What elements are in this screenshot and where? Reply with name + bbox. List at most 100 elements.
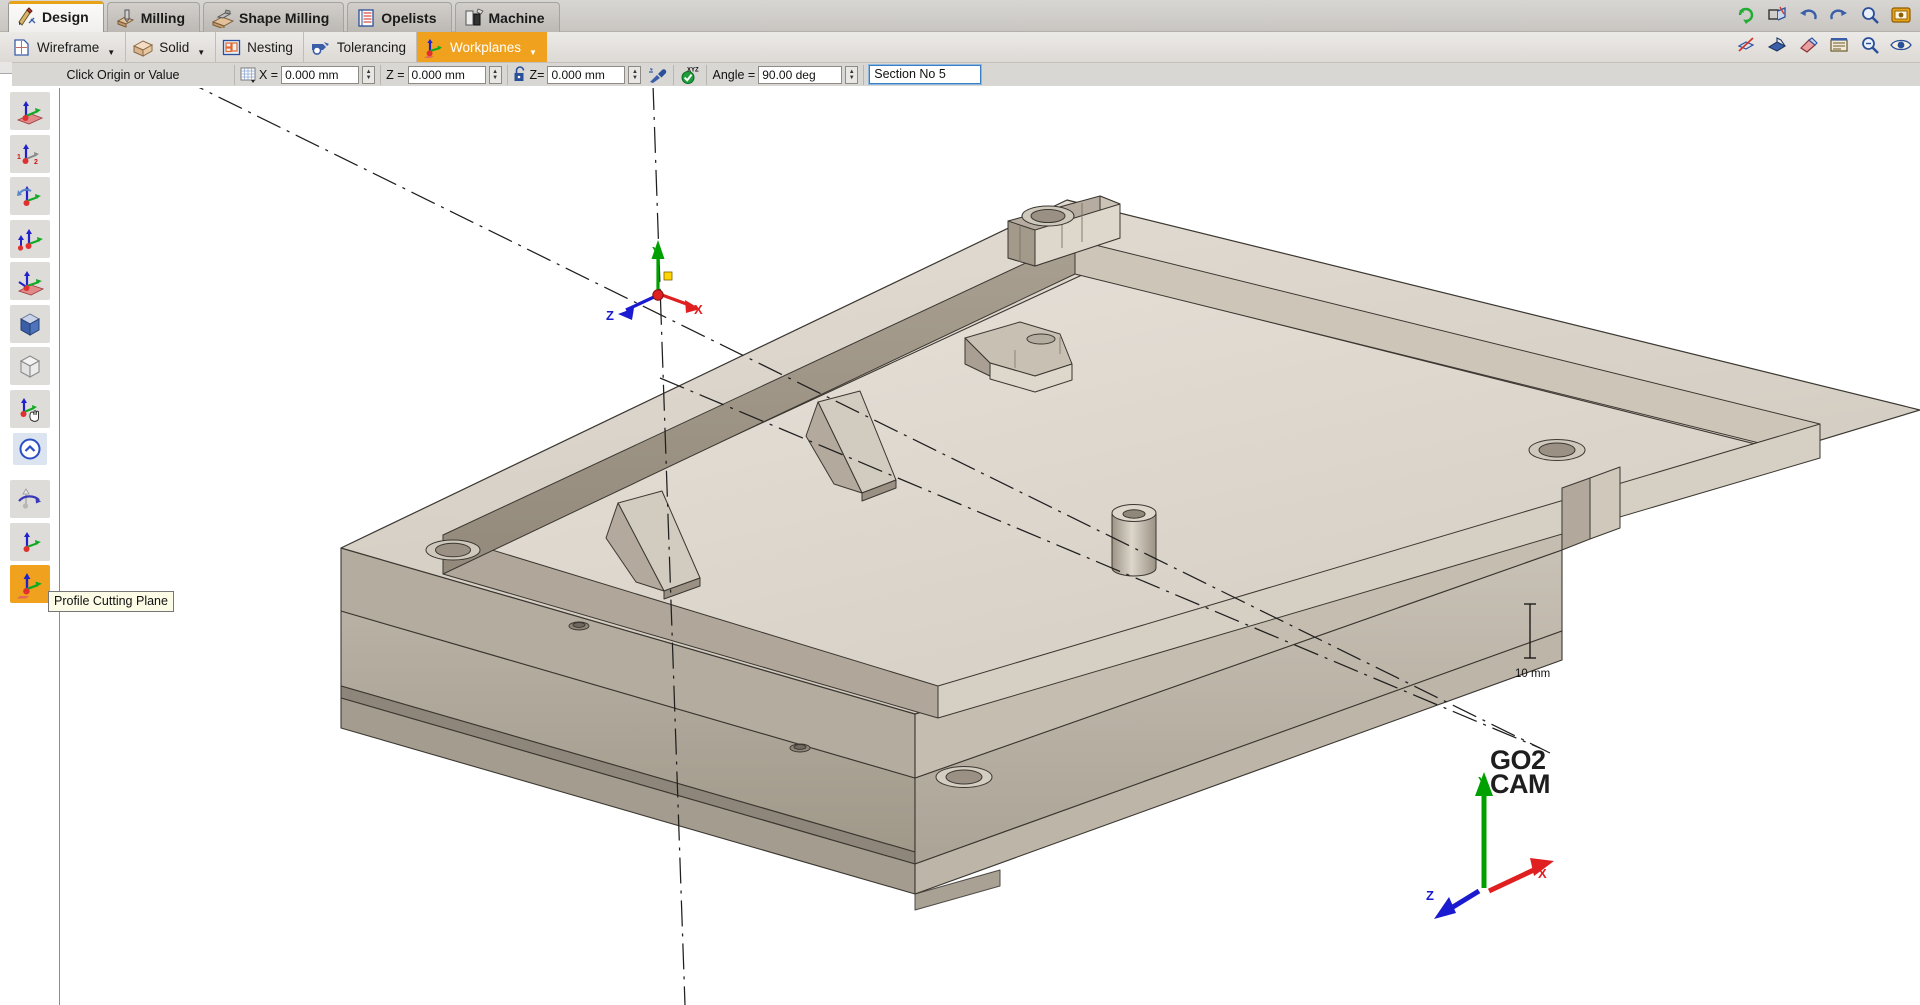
xyz-validate-icon[interactable]: XYZ — [679, 65, 701, 85]
zoom-window-icon — [1860, 35, 1880, 55]
tab-shape-milling-label: Shape Milling — [239, 10, 329, 26]
logo-line-2: CAM — [1490, 772, 1550, 796]
sidebar-item-solid-box[interactable] — [10, 305, 50, 343]
list-icon — [1829, 35, 1849, 55]
ribbon-tool-row: Wireframe ▼ Solid ▼ Nesting — [0, 32, 1920, 62]
machine-icon — [464, 8, 484, 28]
solid-box-icon — [15, 310, 45, 338]
refresh-button[interactable] — [1735, 4, 1757, 26]
sidebar-item-workplane-on-face[interactable] — [10, 92, 50, 130]
section-name-group: Section No 5 — [863, 65, 986, 85]
tool-solid[interactable]: Solid ▼ — [126, 32, 216, 62]
zoom-all-button[interactable] — [1890, 4, 1912, 26]
z1-field-group: Z = 0.000 mm ▲▼ — [380, 65, 506, 85]
z1-stepper[interactable]: ▲▼ — [489, 66, 502, 84]
zoom-all-icon — [1890, 5, 1912, 25]
sidebar-item-profile-cutting-plane[interactable] — [10, 565, 50, 603]
ribbon-tab-row: Design Milling Shape Milling — [0, 0, 1920, 32]
corner-x-label: X — [1538, 866, 1547, 881]
redo-button[interactable] — [1828, 4, 1850, 26]
validate-group: XYZ — [673, 65, 706, 85]
tool-workplanes[interactable]: Workplanes ▼ — [417, 32, 547, 62]
z1-label: Z = — [386, 68, 404, 82]
solid-chevron-down-icon[interactable]: ▼ — [197, 48, 205, 57]
tab-opelists-label: Opelists — [381, 10, 436, 26]
shape-milling-icon — [212, 8, 234, 28]
undo-button[interactable] — [1797, 4, 1819, 26]
axes-translate-icon — [15, 224, 45, 254]
clip-icon — [1767, 5, 1787, 25]
clip-button[interactable] — [1766, 4, 1788, 26]
eraser-icon — [1798, 35, 1818, 55]
origin-x-label: X — [694, 302, 703, 317]
x-stepper[interactable]: ▲▼ — [362, 66, 375, 84]
workplanes-icon — [423, 37, 444, 58]
tool-workplanes-label: Workplanes — [450, 40, 521, 55]
tool-tolerancing[interactable]: Tolerancing — [304, 32, 417, 62]
sidebar-item-section-axis-plane[interactable] — [10, 523, 50, 561]
angle-stepper[interactable]: ▲▼ — [845, 66, 858, 84]
hide-button[interactable] — [1735, 34, 1757, 56]
origin-z-label: Z — [606, 308, 614, 323]
svg-text:1: 1 — [17, 154, 21, 161]
sidebar-item-collapse-panel[interactable] — [13, 433, 47, 465]
sidebar-item-workplane-pick[interactable] — [10, 390, 50, 428]
profile-cut-icon — [15, 569, 45, 599]
wireframe-chevron-down-icon[interactable]: ▼ — [107, 48, 115, 57]
svg-text:2: 2 — [34, 159, 38, 166]
z2-input[interactable]: 0.000 mm — [547, 66, 625, 84]
sidebar-item-workplane-mirror[interactable] — [10, 262, 50, 300]
sidebar-item-wireframe-box[interactable] — [10, 347, 50, 385]
shade-button[interactable] — [1766, 34, 1788, 56]
axes-on-plane-icon — [15, 96, 45, 126]
angle-input[interactable]: 90.00 deg — [758, 66, 842, 84]
3d-viewport[interactable]: Y X Z Y — [60, 88, 1920, 1005]
z1-input[interactable]: 0.000 mm — [408, 66, 486, 84]
hide-crossed-icon — [1736, 35, 1756, 55]
zoom-window-button[interactable] — [1859, 34, 1881, 56]
tool-nesting-label: Nesting — [247, 40, 293, 55]
origin-axis-triad: Y X Z — [606, 240, 703, 323]
section-name-input[interactable]: Section No 5 — [869, 65, 981, 84]
tab-milling[interactable]: Milling — [107, 2, 200, 32]
left-toolbar: 1 2 — [0, 88, 60, 1005]
grid-icon[interactable] — [240, 67, 256, 83]
z2-label: Z= — [530, 68, 545, 82]
tool-nesting[interactable]: Nesting — [216, 32, 304, 62]
angle-label: Angle = — [712, 68, 755, 82]
tool-wireframe[interactable]: Wireframe ▼ — [6, 32, 126, 62]
undo-arrow-icon — [1798, 5, 1818, 25]
sidebar-item-workplane-translate[interactable] — [10, 220, 50, 258]
sidebar-item-section-rotate-plane[interactable] — [10, 480, 50, 518]
tab-opelists[interactable]: Opelists — [347, 2, 451, 32]
workplanes-chevron-down-icon[interactable]: ▼ — [529, 48, 537, 57]
scale-label: 10 mm — [1515, 668, 1550, 680]
tab-shape-milling[interactable]: Shape Milling — [203, 2, 344, 32]
x-input[interactable]: 0.000 mm — [281, 66, 359, 84]
axes-rotate-icon — [15, 181, 45, 211]
solid-icon — [132, 38, 153, 57]
z2-field-group: Z= 0.000 mm ▲▼ — [507, 65, 674, 85]
erase-button[interactable] — [1797, 34, 1819, 56]
tool-solid-label: Solid — [159, 40, 189, 55]
eye-button[interactable] — [1890, 34, 1912, 56]
refresh-green-icon — [1736, 5, 1756, 25]
redo-arrow-icon — [1829, 5, 1849, 25]
axes-hand-icon — [15, 394, 45, 424]
x-label: X = — [259, 68, 278, 82]
pipette-icon[interactable] — [648, 66, 668, 84]
sidebar-item-workplane-two-points[interactable]: 1 2 — [10, 135, 50, 173]
app-logo: GO2 CAM — [1490, 748, 1550, 796]
tab-design[interactable]: Design — [8, 1, 104, 32]
z2-stepper[interactable]: ▲▼ — [628, 66, 641, 84]
tab-design-label: Design — [42, 9, 89, 25]
list-button[interactable] — [1828, 34, 1850, 56]
tab-machine[interactable]: Machine — [455, 2, 560, 32]
input-hint-label: Click Origin or Value — [12, 68, 234, 82]
tool-tolerancing-label: Tolerancing — [337, 40, 406, 55]
top-right-toolbar-primary — [1735, 4, 1912, 26]
sidebar-item-workplane-rotate[interactable] — [10, 177, 50, 215]
tab-milling-label: Milling — [141, 10, 185, 26]
zoom-button[interactable] — [1859, 4, 1881, 26]
lock-icon[interactable] — [513, 66, 527, 83]
